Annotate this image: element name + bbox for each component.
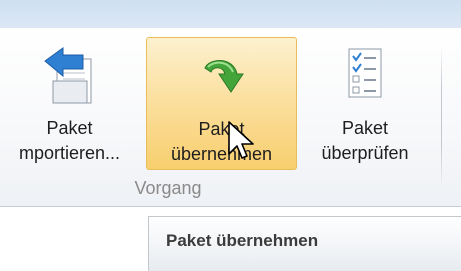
accept-label-line2: übernehmen [170,144,273,164]
accept-package-label: Paket übernehmen [147,117,296,167]
import-package-label: Paket mportieren... [0,116,143,166]
import-package-button[interactable]: Paket mportieren... [0,37,143,170]
green-curved-arrow-icon [203,60,244,93]
check-package-label: Paket überprüfen [299,116,431,166]
ribbon-group-label: Vorgang [134,178,202,198]
ribbon-tab-strip [0,0,461,28]
import-label-line2: mportieren... [18,143,121,163]
tooltip-title: Paket übernehmen [166,231,319,250]
accept-label-line1: Paket [198,119,245,139]
tooltip: Paket übernehmen [148,216,461,271]
ribbon-group-separator [441,46,442,188]
import-label-line1: Paket [46,118,93,138]
check-label-line1: Paket [341,118,389,138]
check-package-button[interactable]: Paket überprüfen [299,37,431,170]
accept-package-button[interactable]: Paket übernehmen [146,37,297,170]
checklist-icon [348,48,382,98]
check-label-line2: überprüfen [321,143,409,163]
import-arrow-icon [43,47,91,104]
mouse-pointer-icon [228,121,254,159]
